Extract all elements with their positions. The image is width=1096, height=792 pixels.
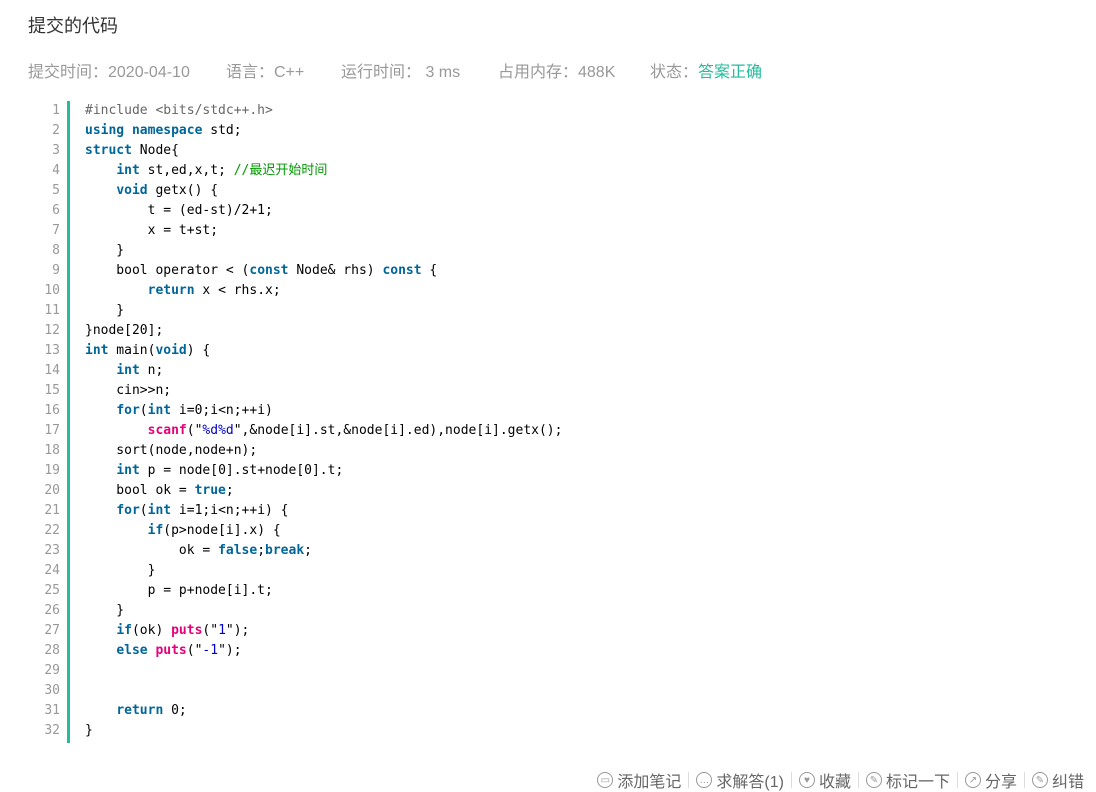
- code-line: t = (ed-st)/2+1;: [85, 203, 273, 218]
- run-time: 运行时间： 3 ms: [341, 64, 461, 81]
- code-line: }: [85, 243, 125, 258]
- line-numbers: 1 2 3 4 5 6 7 8 9 10 11 12 13 14 15 16 17 18 19 20 21 22 23 24 2…: [28, 101, 60, 741]
- action-separator: [857, 772, 859, 788]
- line-number: 5: [52, 183, 60, 198]
- page-title: 提交的代码: [28, 16, 118, 36]
- action-edit-button[interactable]: ✎ 纠错: [1031, 768, 1084, 792]
- line-number: 28: [44, 643, 60, 658]
- action-label: 分享: [984, 774, 1017, 791]
- action-label: 纠错: [1051, 774, 1084, 791]
- action-label: 求解答(1): [716, 774, 784, 791]
- code-line: struct Node{: [85, 143, 179, 158]
- action-comment-button[interactable]: … 求解答(1): [696, 768, 784, 792]
- code-line: using namespace std;: [85, 123, 242, 138]
- note-icon: ▭: [597, 772, 614, 788]
- line-number: 20: [44, 483, 60, 498]
- heart-icon: ♥: [798, 772, 815, 788]
- code-line: if(p>node[i].x) {: [147, 523, 281, 538]
- line-number: 2: [52, 123, 60, 138]
- line-number: 19: [44, 463, 60, 478]
- code-line: for(int i=0;i<n;++i): [116, 403, 273, 418]
- code-line: int st,ed,x,t; //最迟开始时间: [116, 163, 328, 178]
- code-line: }: [85, 563, 156, 578]
- code-line: }: [85, 303, 125, 318]
- code-line: void getx() {: [116, 183, 219, 198]
- line-number: 30: [44, 683, 60, 698]
- action-separator: [790, 772, 792, 788]
- line-number: 18: [44, 443, 60, 458]
- line-number: 4: [52, 163, 60, 178]
- line-number: 32: [44, 723, 60, 738]
- line-number: 26: [44, 603, 60, 618]
- code-line: bool operator < (const Node& rhs) const …: [85, 263, 438, 278]
- action-label: 添加笔记: [617, 774, 682, 791]
- line-number: 16: [44, 403, 60, 418]
- language: 语言：C++: [226, 64, 305, 81]
- action-share-button[interactable]: ↗ 分享: [964, 768, 1017, 792]
- line-number: 1: [52, 103, 60, 118]
- code-line: if(ok) puts("1");: [116, 623, 250, 638]
- line-number: 27: [44, 623, 60, 638]
- code-line: x = t+st;: [85, 223, 219, 238]
- code-line: }: [85, 723, 93, 738]
- code-lines: #include <bits/stdc++.h> using namespace …: [85, 101, 562, 741]
- line-number: 13: [44, 343, 60, 358]
- code-line: int main(void) {: [85, 343, 211, 358]
- status: 状态：答案正确: [650, 58, 762, 82]
- code-line: }node[20];: [85, 323, 164, 338]
- comment-icon: …: [696, 772, 713, 788]
- code-line: p = p+node[i].t;: [85, 583, 273, 598]
- line-number: 31: [44, 703, 60, 718]
- action-separator: [688, 772, 690, 788]
- code-line: int p = node[0].st+node[0].t;: [116, 463, 344, 478]
- code-line: #include <bits/stdc++.h>: [85, 103, 273, 118]
- line-number: 25: [44, 583, 60, 598]
- line-number: 21: [44, 503, 60, 518]
- line-number: 22: [44, 523, 60, 538]
- code-line: return 0;: [116, 703, 187, 718]
- line-number: 7: [52, 223, 60, 238]
- status-value: 答案正确: [698, 64, 763, 81]
- action-bar: ▭ 添加笔记… 求解答(1) ♥ 收藏 ✎ 标记一下 ↗ 分享 ✎ 纠错: [597, 768, 1084, 792]
- code-line: ok = false;break;: [85, 543, 312, 558]
- code-line: else puts("-1");: [116, 643, 242, 658]
- pencil-icon: ✎: [865, 772, 882, 788]
- line-number: 24: [44, 563, 60, 578]
- action-pencil-button[interactable]: ✎ 标记一下: [865, 768, 950, 792]
- line-number: 12: [44, 323, 60, 338]
- code-line: int n;: [116, 363, 164, 378]
- status-label: 状态：: [650, 64, 699, 81]
- action-separator: [956, 772, 958, 788]
- action-note-button[interactable]: ▭ 添加笔记: [597, 768, 681, 792]
- line-number: 29: [44, 663, 60, 678]
- line-number: 9: [52, 263, 60, 278]
- code-line: cin>>n;: [85, 383, 172, 398]
- gutter-bar: [67, 101, 70, 743]
- action-separator: [1023, 772, 1025, 788]
- action-label: 收藏: [818, 774, 851, 791]
- line-number: 15: [44, 383, 60, 398]
- line-number: 14: [44, 363, 60, 378]
- line-number: 3: [52, 143, 60, 158]
- code-line: bool ok = true;: [85, 483, 234, 498]
- code-line: scanf("%d%d",&node[i].st,&node[i].ed),no…: [147, 423, 563, 438]
- code-line: return x < rhs.x;: [147, 283, 281, 298]
- line-number: 23: [44, 543, 60, 558]
- line-number: 8: [52, 243, 60, 258]
- code-line: sort(node,node+n);: [85, 443, 258, 458]
- action-heart-button[interactable]: ♥ 收藏: [798, 768, 851, 792]
- line-number: 10: [44, 283, 60, 298]
- memory-usage: 占用内存：488K: [498, 64, 616, 81]
- action-label: 标记一下: [885, 774, 950, 791]
- line-number: 17: [44, 423, 60, 438]
- share-icon: ↗: [964, 772, 981, 788]
- line-number: 11: [44, 303, 60, 318]
- edit-icon: ✎: [1031, 772, 1048, 788]
- submit-time: 提交时间：2020-04-10: [28, 64, 190, 81]
- code-line: }: [85, 603, 125, 618]
- code-line: for(int i=1;i<n;++i) {: [116, 503, 289, 518]
- line-number: 6: [52, 203, 60, 218]
